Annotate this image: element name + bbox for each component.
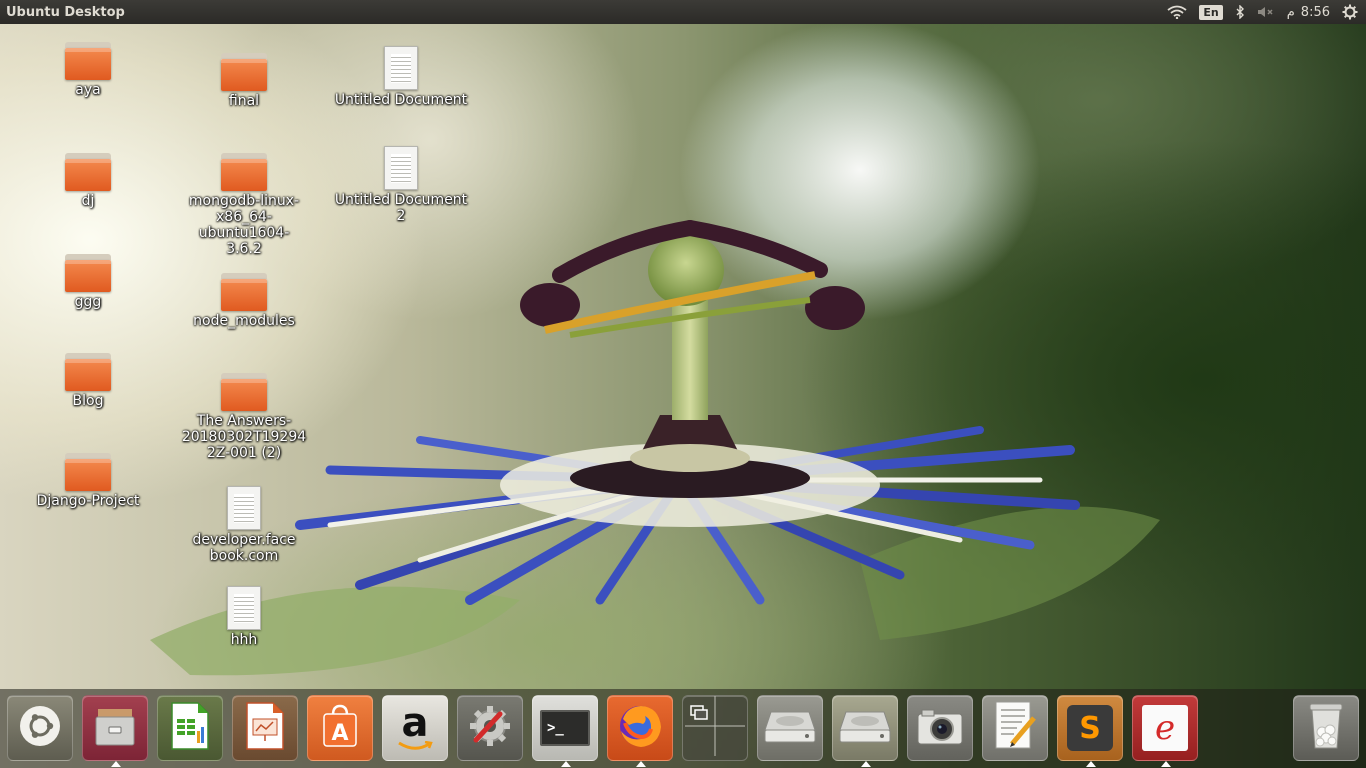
running-indicator — [1086, 761, 1096, 767]
launcher-software-button[interactable]: A — [307, 695, 373, 761]
desktop-folder-dj[interactable]: dj — [18, 153, 158, 209]
clock-time: 8:56 — [1300, 4, 1330, 20]
desktop-file-hhh[interactable]: hhh — [174, 586, 314, 648]
launcher-firefox-button[interactable] — [607, 695, 673, 767]
folder-icon — [65, 453, 111, 491]
desktop-icon-label: mongodb-linux-x86_64-ubuntu1604-3.6.2 — [188, 193, 300, 257]
launcher-sublime-button[interactable]: S — [1057, 695, 1123, 767]
file-cabinet-icon — [92, 703, 138, 754]
window-title: Ubuntu Desktop — [6, 4, 125, 20]
text-document-icon — [384, 46, 418, 90]
launcher-files-button[interactable] — [82, 695, 148, 767]
indicator-area: En م 8:56 — [1167, 0, 1358, 24]
launcher-web-app-button[interactable]: e — [1132, 695, 1198, 767]
running-indicator — [111, 761, 121, 767]
bluetooth-icon[interactable] — [1235, 5, 1245, 19]
launcher-drive-2-button[interactable] — [832, 695, 898, 767]
keyboard-layout-label: En — [1199, 4, 1223, 20]
desktop-icon-label: node_modules — [193, 313, 295, 329]
desktop-icon-label: The Answers-20180302T192942Z-001 (2) — [181, 413, 307, 461]
running-indicator — [1161, 761, 1171, 767]
desktop-screen: Ubuntu Desktop En م 8:56 aya dj ggg Blog… — [0, 0, 1366, 768]
running-indicator — [561, 761, 571, 767]
sublime-glyph: S — [1079, 710, 1101, 746]
desktop-icon-label: Blog — [72, 393, 104, 409]
text-document-icon — [227, 586, 261, 630]
volume-muted-icon[interactable] — [1257, 5, 1275, 19]
desktop-icon-label: Untitled Document 2 — [334, 192, 468, 224]
desktop-file-untitled-document-2[interactable]: Untitled Document 2 — [331, 146, 471, 224]
folder-icon — [221, 373, 267, 411]
settings-tools-icon — [466, 702, 514, 755]
folder-icon — [65, 353, 111, 391]
launcher-amazon-button[interactable]: a — [382, 695, 448, 761]
desktop-folder-the-answers[interactable]: The Answers-20180302T192942Z-001 (2) — [174, 373, 314, 461]
desktop-folder-node-modules[interactable]: node_modules — [174, 273, 314, 329]
desktop-folder-mongodb[interactable]: mongodb-linux-x86_64-ubuntu1604-3.6.2 — [174, 153, 314, 257]
desktop-folder-blog[interactable]: Blog — [18, 353, 158, 409]
running-indicator — [861, 761, 871, 767]
clock[interactable]: م 8:56 — [1287, 5, 1330, 20]
launcher-text-editor-button[interactable] — [982, 695, 1048, 761]
launcher-dash-button[interactable] — [7, 695, 73, 761]
desktop-folder-ggg[interactable]: ggg — [18, 254, 158, 310]
desktop-file-developer-facebook[interactable]: developer.facebook.com — [174, 486, 314, 564]
desktop-icon-label: hhh — [230, 632, 258, 648]
wifi-icon[interactable] — [1167, 5, 1187, 19]
sublime-text-icon: S — [1067, 705, 1113, 751]
folder-icon — [221, 153, 267, 191]
desktop-folder-final[interactable]: final — [174, 53, 314, 109]
top-panel: Ubuntu Desktop En م 8:56 — [0, 0, 1366, 24]
desktop-folder-aya[interactable]: aya — [18, 42, 158, 98]
folder-icon — [65, 42, 111, 80]
keyboard-layout-indicator[interactable]: En — [1199, 4, 1223, 20]
hard-drive-icon — [838, 706, 892, 751]
launcher-dock: A a >_ S e — [0, 689, 1366, 768]
text-document-icon — [384, 146, 418, 190]
amazon-glyph: a — [401, 700, 429, 746]
folder-icon — [221, 53, 267, 91]
launcher-workspace-switcher-button[interactable] — [682, 695, 748, 761]
running-indicator — [636, 761, 646, 767]
desktop-icon-label: Django-Project — [36, 493, 140, 509]
launcher-calc-button[interactable] — [157, 695, 223, 761]
desktop-icon-label: dj — [81, 193, 95, 209]
desktop-icon-label: ggg — [74, 294, 102, 310]
desktop-icon-label: aya — [75, 82, 101, 98]
folder-icon — [65, 254, 111, 292]
hard-drive-icon — [763, 706, 817, 751]
red-e-glyph: e — [1154, 708, 1176, 748]
presentation-icon — [244, 701, 286, 756]
launcher-drive-button[interactable] — [757, 695, 823, 761]
launcher-impress-button[interactable] — [232, 695, 298, 761]
desktop-icon-label: developer.facebook.com — [192, 532, 296, 564]
trash-icon — [1304, 700, 1348, 757]
camera-icon — [914, 704, 966, 753]
launcher-trash-button[interactable] — [1293, 695, 1359, 761]
ubuntu-logo-icon — [18, 704, 62, 753]
launcher-shotwell-button[interactable] — [907, 695, 973, 761]
folder-icon — [65, 153, 111, 191]
session-gear-icon[interactable] — [1342, 4, 1358, 20]
clock-suffix: م — [1286, 4, 1295, 20]
desktop-icon-label: final — [228, 93, 260, 109]
workspace-switcher-icon — [683, 694, 747, 763]
desktop-folder-django-project[interactable]: Django-Project — [18, 453, 158, 509]
svg-text:A: A — [331, 721, 348, 746]
amazon-icon: a — [397, 700, 433, 751]
launcher-terminal-button[interactable]: >_ — [532, 695, 598, 767]
terminal-prompt: >_ — [547, 720, 564, 736]
desktop-file-untitled-document[interactable]: Untitled Document — [331, 46, 471, 108]
text-document-icon — [227, 486, 261, 530]
launcher-settings-button[interactable] — [457, 695, 523, 761]
text-editor-icon — [992, 700, 1038, 757]
software-bag-icon: A — [318, 703, 362, 754]
folder-icon — [221, 273, 267, 311]
terminal-icon: >_ — [540, 710, 590, 746]
spreadsheet-icon — [169, 701, 211, 756]
desktop-icon-label: Untitled Document — [334, 92, 468, 108]
red-e-icon: e — [1142, 705, 1188, 751]
firefox-icon — [615, 701, 665, 756]
